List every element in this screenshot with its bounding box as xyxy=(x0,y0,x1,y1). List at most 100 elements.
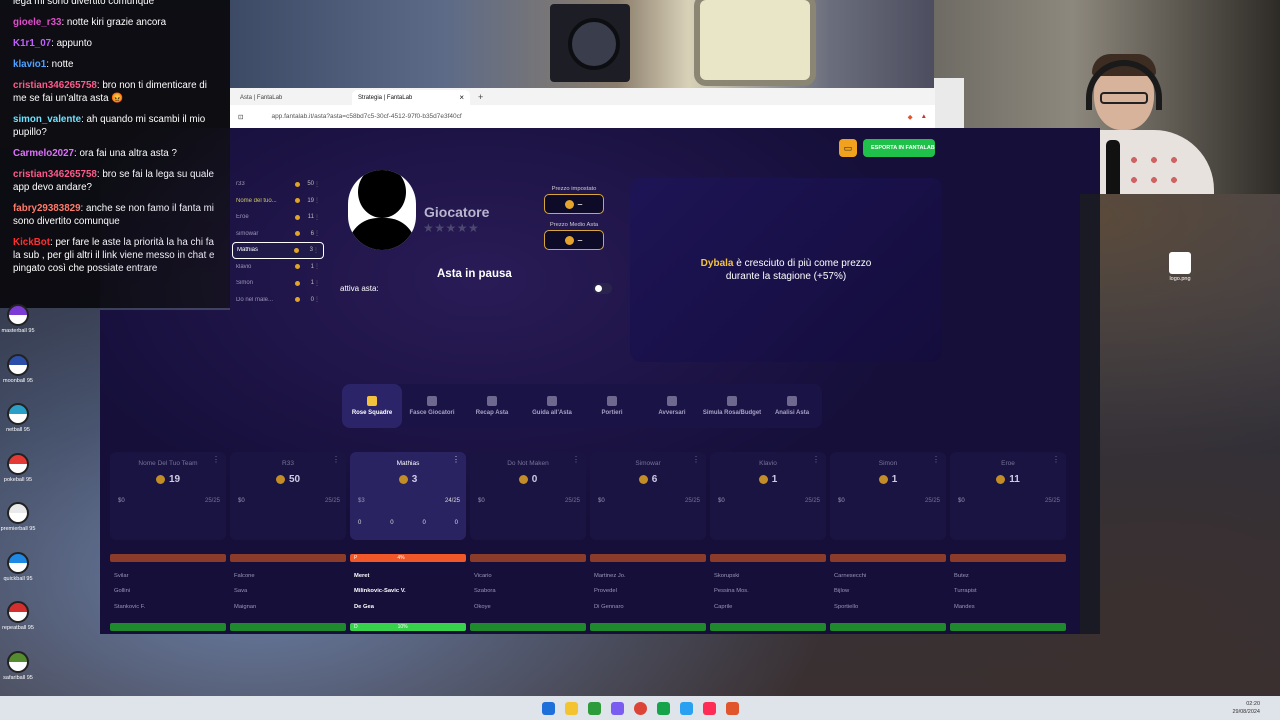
discord-icon[interactable] xyxy=(610,701,624,715)
tool-tab[interactable]: Recap Asta xyxy=(462,384,522,428)
chat-username[interactable]: K1r1_07 xyxy=(13,38,51,49)
more-icon[interactable]: ⋮ xyxy=(314,263,320,270)
ranking-row[interactable]: klavio 1 ⋮ xyxy=(232,259,324,276)
desktop-icon-logo[interactable]: logo.png xyxy=(1158,252,1202,282)
whatsapp-icon[interactable] xyxy=(679,701,693,715)
more-icon[interactable]: ⋮ xyxy=(314,214,320,221)
activate-auction-toggle[interactable] xyxy=(593,283,612,294)
roster-player[interactable]: Meret xyxy=(350,568,466,584)
team-card[interactable]: ⋮ Do Not Maken 0 $0 25/25 xyxy=(470,452,586,540)
chat-username[interactable]: simon_valente xyxy=(13,114,81,125)
team-card[interactable]: ⋮ Eroe 11 $0 25/25 xyxy=(950,452,1066,540)
more-icon[interactable]: ⋮ xyxy=(314,181,320,188)
address-bar[interactable]: ⊡ app.fantalab.it/asta?asta=c58bd7c5-30c… xyxy=(230,105,935,128)
desktop-icon-pokeball[interactable]: pokeball 95 xyxy=(0,452,40,483)
chrome-icon[interactable] xyxy=(633,701,647,715)
tiktok-icon[interactable] xyxy=(702,701,716,715)
more-icon[interactable]: ⋮ xyxy=(314,230,320,237)
spotify-icon[interactable] xyxy=(656,701,670,715)
roster-player[interactable]: De Gea xyxy=(350,599,466,615)
file-explorer-icon[interactable] xyxy=(564,701,578,715)
chat-username[interactable]: KickBot xyxy=(13,237,50,248)
roster-player[interactable]: Sportiello xyxy=(830,599,946,615)
roster-player[interactable]: Mandes xyxy=(950,599,1066,615)
roster-player[interactable]: Falcone xyxy=(230,568,346,584)
desktop-icon-pokeball[interactable]: masterball 95 xyxy=(0,304,40,334)
more-icon[interactable]: ⋮ xyxy=(314,296,320,303)
ranking-row[interactable]: Simon 1 ⋮ xyxy=(232,275,324,292)
team-card[interactable]: ⋮ Mathias 3 $3 24/25 0 0 0 0 xyxy=(350,452,466,540)
tool-tab[interactable]: Guida all'Asta xyxy=(522,384,582,428)
desktop-icon-pokeball[interactable]: repeatball 95 xyxy=(0,601,40,631)
tab-asta[interactable]: Asta | FantaLab xyxy=(234,90,352,105)
team-card[interactable]: ⋮ R33 50 $0 25/25 xyxy=(230,452,346,540)
more-icon[interactable]: ⋮ xyxy=(314,197,320,204)
roster-player[interactable]: Bijlow xyxy=(830,584,946,600)
team-card[interactable]: ⋮ Klavio 1 $0 25/25 xyxy=(710,452,826,540)
system-tray-clock[interactable]: 02:20 29/08/2024 xyxy=(1232,700,1260,716)
team-card[interactable]: ⋮ Nome Del Tuo Team 19 $0 25/25 xyxy=(110,452,226,540)
desktop-icon-pokeball[interactable]: premierball 95 xyxy=(0,502,40,532)
roster-player[interactable]: Maignan xyxy=(230,599,346,615)
browser-side-panel xyxy=(1080,194,1100,634)
roster-player[interactable]: Butez xyxy=(950,568,1066,584)
ranking-row[interactable]: Eroe 11 ⋮ xyxy=(232,209,324,226)
export-button[interactable]: ESPORTA IN FANTALAB xyxy=(863,139,935,157)
roster-player[interactable]: Pessina Mos. xyxy=(710,584,826,600)
chat-username[interactable]: cristian346265758 xyxy=(13,169,97,180)
desktop-icon-pokeball[interactable]: safariball 95 xyxy=(0,650,40,681)
roster-player[interactable]: Vicario xyxy=(470,568,586,584)
roster-player[interactable]: Milinkovic-Savic V. xyxy=(350,584,466,600)
tab-strategia[interactable]: Strategia | FantaLab × xyxy=(352,90,470,105)
team-card[interactable]: ⋮ Simowar 6 $0 25/25 xyxy=(590,452,706,540)
roster-player[interactable]: Carnesecchi xyxy=(830,568,946,584)
chat-username[interactable]: klavio1 xyxy=(13,59,46,70)
brave-icon[interactable] xyxy=(725,701,739,715)
roster-player[interactable]: Martinez Jo. xyxy=(590,568,706,584)
ranking-row[interactable]: Nome del tuo... 19 ⋮ xyxy=(232,193,324,210)
tool-tab[interactable]: Portieri xyxy=(582,384,642,428)
desktop-icon-pokeball[interactable]: quickball 95 xyxy=(0,551,40,582)
roster-player[interactable]: Di Gennaro xyxy=(590,599,706,615)
roster-player[interactable]: Gollini xyxy=(110,584,226,600)
tool-tab[interactable]: Simula Rosa/Budget xyxy=(702,384,762,428)
roster-player[interactable]: Caprile xyxy=(710,599,826,615)
ranking-row[interactable]: Mathias 3 ⋮ xyxy=(232,242,324,259)
roster-player[interactable]: Turrapist xyxy=(950,584,1066,600)
roster-player[interactable]: Skorupski xyxy=(710,568,826,584)
url-field[interactable]: app.fantalab.it/asta?asta=c58bd7c5-30cf-… xyxy=(251,113,899,120)
chat-username[interactable]: fabry29383829 xyxy=(13,203,81,214)
brave-shield-icon[interactable]: ◆ xyxy=(908,113,913,121)
roster-player[interactable]: Okoye xyxy=(470,599,586,615)
team-stat: 0 xyxy=(358,520,362,526)
desktop-icon-pokeball[interactable]: netball 95 xyxy=(0,403,40,433)
roster-player[interactable]: Stankovic F. xyxy=(110,599,226,615)
close-icon[interactable]: × xyxy=(459,93,464,102)
roster-player[interactable]: Provedel xyxy=(590,584,706,600)
roster-player[interactable]: Szabora xyxy=(470,584,586,600)
ranking-row[interactable]: Do nel male... 0 ⋮ xyxy=(232,292,324,309)
roster-player-name: Sava xyxy=(234,588,248,595)
desktop-icon-pokeball[interactable]: moonball 95 xyxy=(0,353,40,384)
tool-tab[interactable]: Fasce Giocatori xyxy=(402,384,462,428)
tool-tab[interactable]: Rose Squadre xyxy=(342,384,402,428)
new-tab-button[interactable]: + xyxy=(470,90,491,105)
chat-username[interactable]: gioele_r33 xyxy=(13,17,61,28)
roster-player[interactable]: Svilar xyxy=(110,568,226,584)
tool-tab[interactable]: Avversari xyxy=(642,384,702,428)
warning-icon[interactable]: ▲ xyxy=(921,113,927,120)
chat-username[interactable]: Carmelo2027 xyxy=(13,148,74,159)
price-set-box: Prezzo impostato – xyxy=(544,186,604,214)
more-icon[interactable]: ⋮ xyxy=(313,247,319,254)
chat-username[interactable]: cristian346265758 xyxy=(13,80,97,91)
tool-tab[interactable]: Analisi Asta xyxy=(762,384,822,428)
roster-player[interactable]: Sava xyxy=(230,584,346,600)
team-card[interactable]: ⋮ Simon 1 $0 25/25 xyxy=(830,452,946,540)
minecraft-icon[interactable] xyxy=(587,701,601,715)
monitor-icon[interactable]: ▭ xyxy=(839,139,857,157)
ranking-row[interactable]: simowar 6 ⋮ xyxy=(232,226,324,243)
ranking-row[interactable]: r33 50 ⋮ xyxy=(232,176,324,193)
bookmark-icon[interactable]: ⊡ xyxy=(238,113,243,121)
windows-start-icon[interactable] xyxy=(541,701,555,715)
more-icon[interactable]: ⋮ xyxy=(314,280,320,287)
